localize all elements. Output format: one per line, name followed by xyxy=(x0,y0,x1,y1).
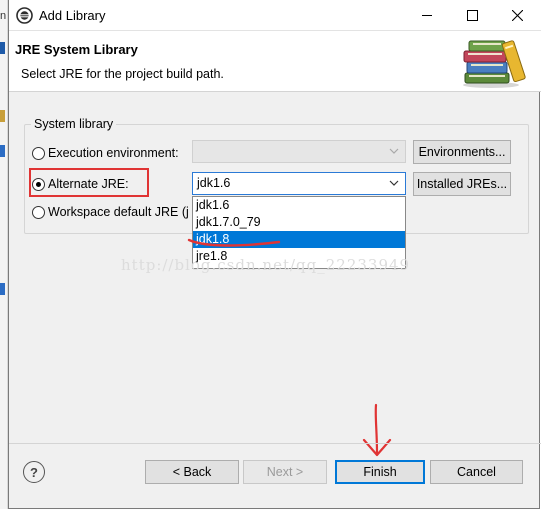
editor-text-fragment: n xyxy=(0,10,7,22)
chevron-down-icon xyxy=(389,180,399,186)
execution-environment-radio[interactable]: Execution environment: xyxy=(32,146,179,160)
add-library-dialog: Add Library JRE System Library Select JR… xyxy=(8,0,541,509)
back-button[interactable]: < Back xyxy=(145,460,239,484)
background-editor-strip: n xyxy=(0,0,8,509)
footer-separator xyxy=(9,443,541,444)
annotation-arrow xyxy=(362,403,392,457)
title-bar: Add Library xyxy=(9,0,541,31)
dropdown-option[interactable]: jdk1.6 xyxy=(193,197,405,214)
minimize-icon xyxy=(422,15,432,16)
execution-environment-combo[interactable] xyxy=(192,140,406,163)
editor-marker xyxy=(0,283,5,295)
wizard-banner: JRE System Library Select JRE for the pr… xyxy=(9,31,541,92)
watermark-text: http://blog.csdn.net/qq_22233949 xyxy=(121,256,411,274)
maximize-icon xyxy=(467,10,478,21)
editor-marker xyxy=(0,145,5,157)
alternate-jre-label: Alternate JRE: xyxy=(48,177,129,191)
dropdown-option[interactable]: jdk1.7.0_79 xyxy=(193,214,405,231)
alternate-jre-combo[interactable]: jdk1.6 xyxy=(192,172,406,195)
editor-marker xyxy=(0,110,5,122)
maximize-button[interactable] xyxy=(450,0,495,31)
finish-button[interactable]: Finish xyxy=(335,460,425,484)
dropdown-option-selected[interactable]: jdk1.8 xyxy=(193,231,405,248)
help-button[interactable]: ? xyxy=(23,461,45,483)
minimize-button[interactable] xyxy=(405,0,450,31)
chevron-down-icon xyxy=(389,148,399,154)
environments-button[interactable]: Environments... xyxy=(413,140,511,164)
radio-circle xyxy=(32,146,45,160)
alternate-jre-radio[interactable]: Alternate JRE: xyxy=(32,177,129,191)
installed-jres-button[interactable]: Installed JREs... xyxy=(413,172,511,196)
eclipse-app-icon xyxy=(16,7,33,24)
workspace-default-jre-radio[interactable]: Workspace default JRE (j xyxy=(32,205,189,219)
page-title: JRE System Library xyxy=(15,42,138,57)
next-button[interactable]: Next > xyxy=(243,460,327,484)
page-description: Select JRE for the project build path. xyxy=(21,67,224,81)
radio-circle-checked xyxy=(32,177,45,191)
editor-marker xyxy=(0,42,5,54)
cancel-button[interactable]: Cancel xyxy=(430,460,523,484)
system-library-label: System library xyxy=(31,117,117,131)
radio-circle xyxy=(32,205,45,219)
library-books-icon xyxy=(463,40,526,88)
window-title: Add Library xyxy=(39,8,106,23)
workspace-default-jre-label: Workspace default JRE (j xyxy=(48,205,189,219)
close-button[interactable] xyxy=(495,0,540,31)
execution-environment-label: Execution environment: xyxy=(48,146,179,160)
help-icon: ? xyxy=(30,464,38,480)
alternate-jre-value: jdk1.6 xyxy=(197,176,231,190)
close-icon xyxy=(512,10,523,21)
